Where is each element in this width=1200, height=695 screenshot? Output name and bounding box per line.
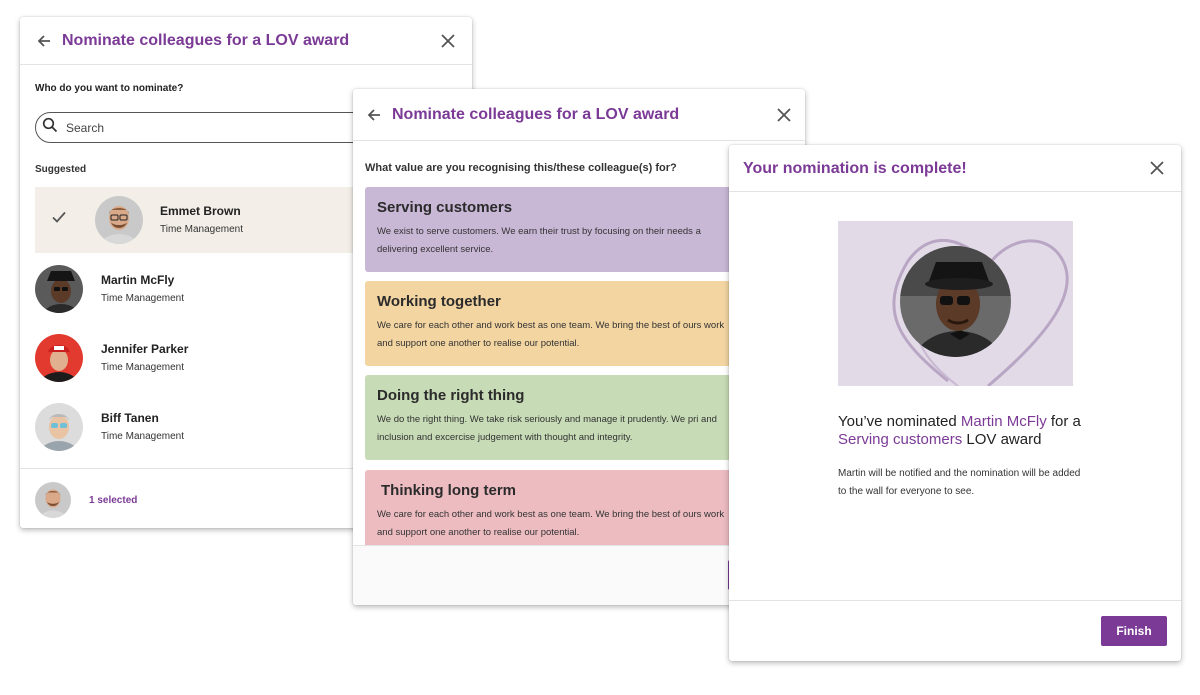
person-department: Time Management [101, 431, 184, 442]
value-title: Working together [377, 293, 501, 310]
panel-header: Your nomination is complete! [729, 145, 1181, 192]
search-icon [42, 117, 58, 138]
summary-suffix: LOV award [962, 431, 1042, 448]
award-value: Serving customers [838, 431, 963, 448]
avatar [35, 265, 83, 313]
arrow-left-icon[interactable] [362, 103, 386, 127]
value-description: We do the right thing. We take risk seri… [377, 414, 717, 443]
panel-footer: Finish [729, 600, 1181, 661]
panel-title: Nominate colleagues for a LOV award [392, 106, 680, 123]
arrow-left-icon[interactable] [32, 29, 56, 53]
value-title: Serving customers [377, 199, 513, 216]
panel-title: Your nomination is complete! [743, 160, 967, 177]
close-icon[interactable] [772, 103, 796, 127]
value-description: We care for each other and work best as … [377, 320, 725, 349]
value-description: We care for each other and work best as … [377, 509, 725, 538]
nominee-question: Who do you want to nominate? [35, 83, 184, 94]
nominee-name: Martin McFly [960, 413, 1047, 430]
selected-count[interactable]: 1 selected [89, 495, 137, 506]
nomination-complete-panel: Your nomination is complete! You’ve nomi… [729, 145, 1181, 661]
selected-avatar [35, 482, 71, 518]
finish-button[interactable]: Finish [1101, 616, 1167, 646]
summary-middle: for a [1046, 413, 1081, 430]
close-icon[interactable] [1145, 156, 1169, 180]
value-question: What value are you recognising this/thes… [365, 162, 677, 174]
avatar [35, 403, 83, 451]
person-department: Time Management [101, 293, 184, 304]
panel-header: Nominate colleagues for a LOV award [353, 89, 805, 141]
panel-header: Nominate colleagues for a LOV award [20, 17, 472, 65]
person-name: Emmet Brown [160, 204, 241, 218]
notification-text: Martin will be notified and the nominati… [838, 468, 1081, 497]
person-department: Time Management [160, 224, 243, 235]
value-title: Doing the right thing [377, 387, 525, 404]
suggested-heading: Suggested [35, 164, 87, 175]
close-icon[interactable] [436, 29, 460, 53]
value-description: We exist to serve customers. We earn the… [377, 226, 701, 255]
search-input[interactable] [66, 120, 366, 135]
person-name: Biff Tanen [101, 411, 159, 425]
avatar [95, 196, 143, 244]
person-name: Jennifer Parker [101, 342, 189, 356]
summary-prefix: You’ve nominated [838, 413, 961, 430]
person-department: Time Management [101, 362, 184, 373]
checkmark-icon [51, 209, 67, 230]
person-name: Martin McFly [101, 273, 175, 287]
nominee-photo [900, 246, 1011, 357]
value-title: Thinking long term [381, 482, 516, 499]
nomination-summary: You’ve nominated Martin McFly for a Serv… [838, 413, 1098, 449]
nominee-hero-image [838, 221, 1073, 386]
panel-title: Nominate colleagues for a LOV award [62, 32, 350, 49]
avatar [35, 334, 83, 382]
